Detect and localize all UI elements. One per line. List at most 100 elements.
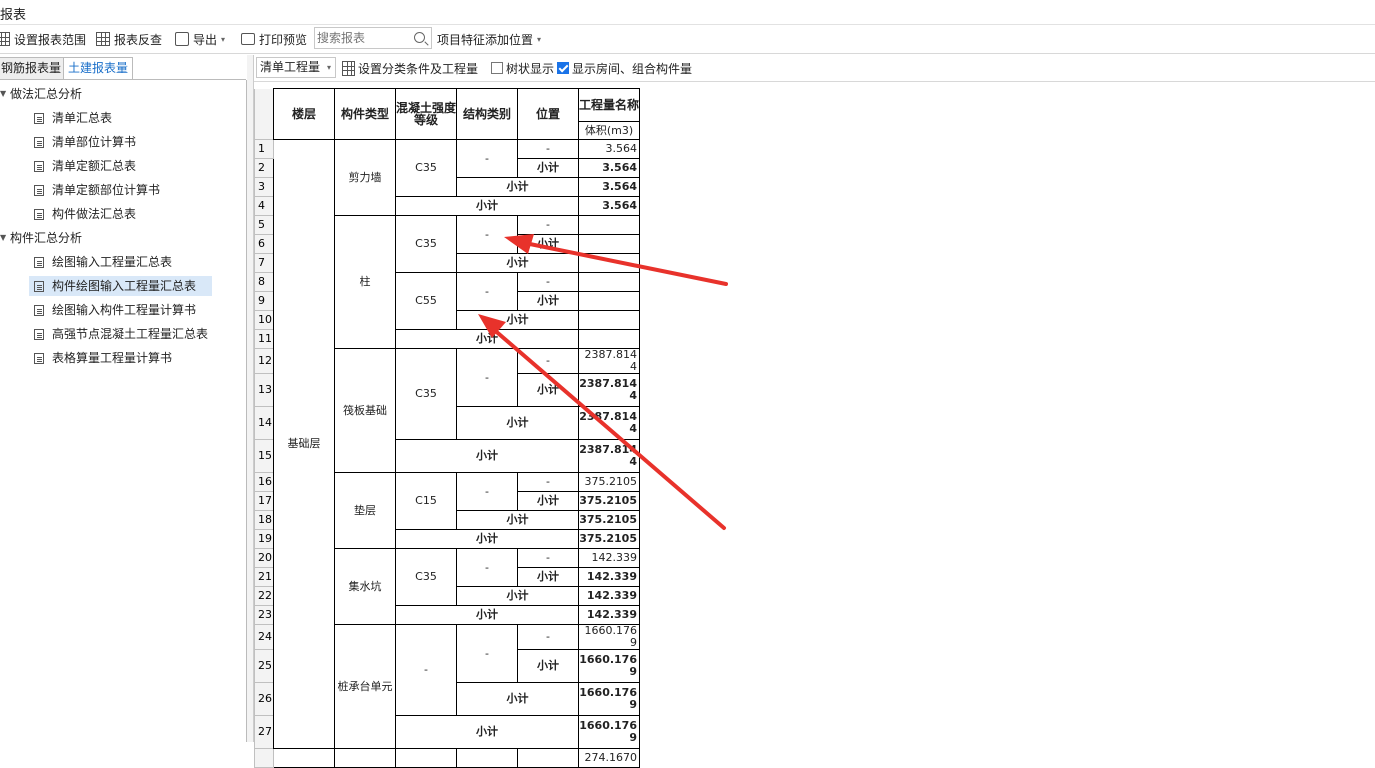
volume-cell: 3.564 — [578, 139, 640, 159]
report-search-box[interactable] — [314, 27, 432, 49]
show-rooms-checkbox[interactable]: 显示房间、组合构件量 — [557, 61, 692, 76]
feature-position-dropdown[interactable]: 项目特征添加位置 ▾ — [437, 31, 541, 47]
volume-cell: 2387.8144 — [578, 439, 640, 473]
row-number: 1 — [254, 139, 274, 159]
subtotal-cell: 小计 — [395, 715, 579, 749]
tree-item[interactable]: 清单定额汇总表 — [34, 157, 136, 175]
tree-item[interactable]: 绘图输入构件工程量计算书 — [34, 301, 196, 319]
position-cell: - — [517, 548, 579, 568]
report-check-button[interactable]: 报表反查 — [96, 31, 162, 47]
tree-item-label: 构件做法汇总表 — [52, 207, 137, 221]
row-number: 19 — [254, 529, 274, 549]
print-preview-label: 打印预览 — [259, 32, 308, 47]
set-range-button[interactable]: 设置报表范围 — [0, 31, 86, 47]
tree-group-component-summary[interactable]: ▼ 构件汇总分析 — [0, 229, 82, 247]
volume-cell: 1660.1769 — [578, 649, 640, 683]
tree-item[interactable]: 清单部位计算书 — [34, 133, 136, 151]
tree-item-label: 绘图输入工程量汇总表 — [52, 255, 173, 269]
row-number: 17 — [254, 491, 274, 511]
chevron-down-icon: ▾ — [326, 63, 331, 72]
row-number: 9 — [254, 291, 274, 311]
chevron-down-icon: ▾ — [221, 34, 226, 44]
volume-cell — [578, 329, 640, 349]
report-tabs: 钢筋报表量 土建报表量 — [0, 55, 246, 80]
subtotal-cell: 小计 — [517, 158, 579, 178]
print-preview-button[interactable]: 打印预览 — [241, 31, 307, 47]
search-icon[interactable] — [414, 32, 425, 43]
subtotal-cell: 小计 — [395, 439, 579, 473]
checkbox-unchecked[interactable] — [491, 62, 503, 74]
structure-cell: - — [456, 348, 518, 407]
tree-group-method-summary[interactable]: ▼ 做法汇总分析 — [0, 85, 82, 103]
report-search-input[interactable] — [317, 29, 407, 47]
volume-cell: 142.339 — [578, 586, 640, 606]
tree-group-label: 构件汇总分析 — [10, 231, 83, 245]
chevron-down-icon: ▾ — [537, 34, 542, 44]
subtotal-cell: 小计 — [456, 253, 579, 273]
volume-cell: 1660.1769 — [578, 715, 640, 749]
floor-cell: 基础层 — [273, 139, 335, 749]
tree-item[interactable]: 清单定额部位计算书 — [34, 181, 160, 199]
row-number: 22 — [254, 586, 274, 606]
printer-icon — [241, 33, 255, 45]
checkbox-checked[interactable] — [557, 62, 569, 74]
row-number: 14 — [254, 406, 274, 440]
tree-item[interactable]: 清单汇总表 — [34, 109, 112, 127]
document-icon — [34, 136, 44, 148]
tree-item[interactable]: 构件做法汇总表 — [34, 205, 136, 223]
tree-item-label: 绘图输入构件工程量计算书 — [52, 303, 197, 317]
component-type-cell: 柱 — [334, 215, 396, 349]
table-check-icon — [96, 32, 110, 46]
row-number: 16 — [254, 472, 274, 492]
volume-cell: 375.2105 — [578, 529, 640, 549]
tab-civil-report[interactable]: 土建报表量 — [63, 57, 134, 79]
header-quantity-name: 工程量名称 — [578, 88, 640, 122]
position-cell — [517, 748, 579, 768]
tree-item-label: 构件绘图输入工程量汇总表 — [52, 279, 197, 293]
position-cell: - — [517, 624, 579, 650]
row-number: 2 — [254, 158, 274, 178]
collapse-triangle-icon[interactable]: ▼ — [0, 229, 10, 247]
document-icon — [34, 280, 44, 292]
position-cell: - — [517, 272, 579, 292]
row-number: 24 — [254, 624, 274, 650]
tab-steel-report[interactable]: 钢筋报表量 — [0, 57, 67, 79]
row-number: 8 — [254, 272, 274, 292]
grade-cell: C35 — [395, 348, 457, 440]
tree-item[interactable]: 表格算量工程量计算书 — [34, 349, 172, 367]
volume-cell — [578, 215, 640, 235]
volume-cell: 2387.8144 — [578, 406, 640, 440]
set-filter-label: 设置分类条件及工程量 — [358, 61, 479, 76]
component-type-cell: 剪力墙 — [334, 139, 396, 216]
tree-item-selected[interactable]: 构件绘图输入工程量汇总表 — [29, 276, 212, 296]
position-cell: - — [517, 472, 579, 492]
row-number: 23 — [254, 605, 274, 625]
volume-cell: 142.339 — [578, 548, 640, 568]
row-number: 7 — [254, 253, 274, 273]
range-icon — [0, 32, 10, 46]
grade-cell — [395, 748, 457, 768]
header-volume-unit: 体积(m3) — [578, 121, 640, 140]
structure-cell: - — [456, 548, 518, 587]
document-icon — [34, 208, 44, 220]
tree-item[interactable]: 高强节点混凝土工程量汇总表 — [34, 325, 208, 343]
collapse-triangle-icon[interactable]: ▼ — [0, 85, 10, 103]
structure-cell: - — [456, 272, 518, 311]
tree-item-label: 清单定额部位计算书 — [52, 183, 161, 197]
document-icon — [34, 328, 44, 340]
row-number: 26 — [254, 682, 274, 716]
tree-display-checkbox[interactable]: 树状显示 — [491, 61, 554, 76]
structure-cell: - — [456, 624, 518, 683]
export-button[interactable]: 导出 ▾ — [175, 31, 225, 47]
volume-cell: 3.564 — [578, 177, 640, 197]
grade-cell: C35 — [395, 215, 457, 273]
tree-item[interactable]: 绘图输入工程量汇总表 — [34, 253, 172, 271]
floor-cell — [273, 748, 335, 768]
header-concrete-grade: 混凝土强度等级 — [395, 88, 457, 140]
panel-splitter[interactable] — [247, 55, 254, 742]
row-number: 4 — [254, 196, 274, 216]
subtotal-cell: 小计 — [395, 196, 579, 216]
row-number-corner — [254, 88, 274, 140]
set-filter-button[interactable]: 设置分类条件及工程量 — [342, 60, 479, 76]
quantity-mode-select[interactable]: 清单工程量 ▾ — [256, 57, 336, 78]
